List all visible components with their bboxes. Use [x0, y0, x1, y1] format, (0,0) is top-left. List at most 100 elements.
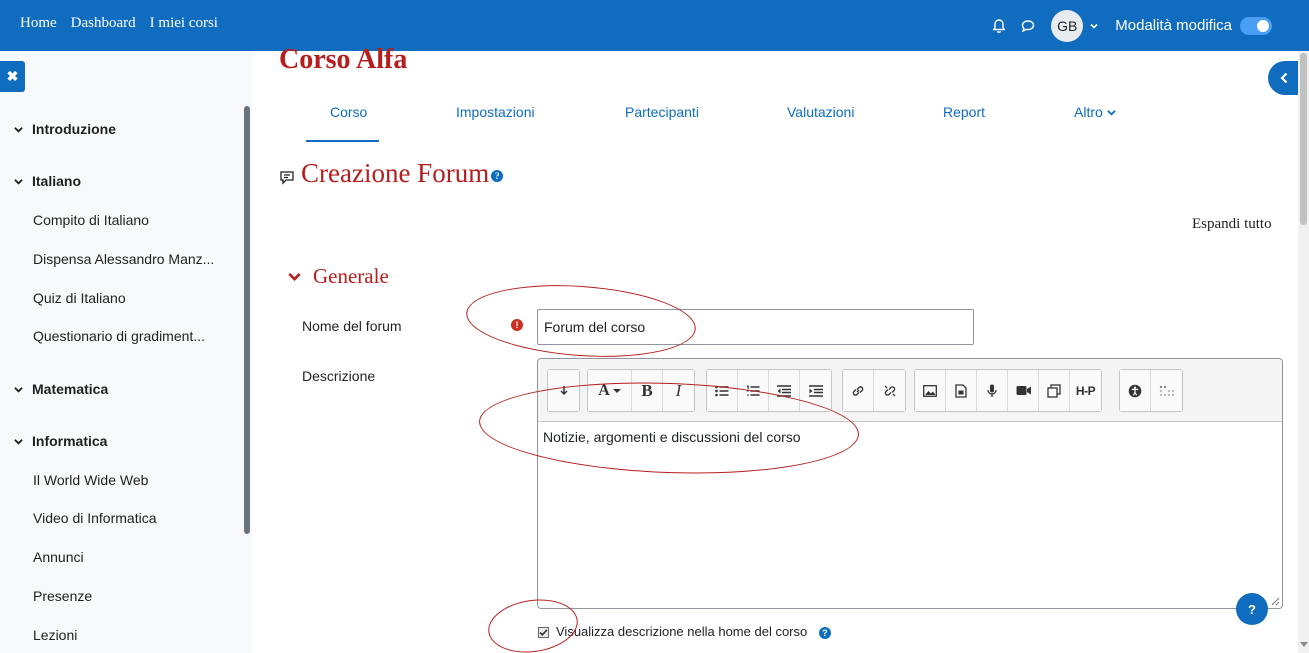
chevron-down-icon: [14, 126, 23, 133]
description-label: Descrizione: [302, 368, 376, 384]
file-media-icon: [955, 383, 967, 398]
chevron-down-icon: [288, 272, 301, 281]
help-icon[interactable]: ?: [491, 169, 504, 182]
toolbar-group-collapse: [547, 369, 580, 412]
numbered-list-icon: [746, 385, 760, 396]
course-item[interactable]: Questionario di gradiment...: [33, 328, 205, 344]
tab-valutazioni[interactable]: Valutazioni: [787, 104, 854, 120]
course-item[interactable]: Quiz di Italiano: [33, 290, 126, 306]
course-section-title: Introduzione: [32, 121, 116, 137]
record-audio-button[interactable]: [977, 370, 1008, 411]
editor-content[interactable]: Notizie, argomenti e discussioni del cor…: [543, 429, 801, 445]
nav-link-dashboard[interactable]: Dashboard: [71, 15, 136, 32]
unordered-list-button[interactable]: [707, 370, 738, 411]
course-section-informatica[interactable]: Informatica: [14, 433, 107, 449]
course-item[interactable]: Il World Wide Web: [33, 472, 148, 488]
section-title: Generale: [313, 264, 389, 288]
manage-files-button[interactable]: [1039, 370, 1070, 411]
braille-icon: [1159, 385, 1174, 396]
chevron-down-icon: [14, 178, 23, 185]
chevron-down-icon: [14, 386, 23, 393]
edit-mode-label: Modalità modifica: [1115, 17, 1232, 34]
nav-link-home[interactable]: Home: [20, 15, 57, 32]
caret-down-icon: [612, 388, 621, 393]
image-icon: [923, 384, 937, 397]
course-item[interactable]: Lezioni: [33, 627, 77, 643]
drawer-scrollbar[interactable]: [244, 106, 250, 534]
tab-corso[interactable]: Corso: [330, 104, 367, 120]
video-camera-icon: [1016, 386, 1031, 395]
page-scrollbar-thumb[interactable]: [1300, 53, 1307, 225]
section-header-generale[interactable]: Generale: [288, 264, 389, 289]
course-section-title: Italiano: [32, 173, 82, 189]
help-icon[interactable]: ?: [818, 627, 831, 639]
course-section-title: Matematica: [32, 381, 109, 397]
copy-files-icon: [1047, 383, 1061, 398]
bold-button[interactable]: B: [632, 370, 663, 411]
italic-button[interactable]: I: [663, 370, 694, 411]
outdent-icon: [777, 384, 791, 397]
course-section-title: Informatica: [32, 433, 108, 449]
chevron-down-icon[interactable]: [1089, 18, 1099, 34]
tab-partecipanti[interactable]: Partecipanti: [625, 104, 699, 120]
ordered-list-button[interactable]: [738, 370, 769, 411]
outdent-button[interactable]: [769, 370, 800, 411]
italic-icon: I: [675, 380, 682, 400]
paragraph-style-button[interactable]: A: [588, 370, 632, 411]
accessibility-checker-button[interactable]: [1120, 370, 1151, 411]
question-icon: ?: [1248, 601, 1256, 617]
resize-handle-icon[interactable]: [1271, 597, 1280, 606]
page-help-button[interactable]: ?: [1236, 593, 1268, 625]
course-section-italiano[interactable]: Italiano: [14, 173, 81, 189]
accessibility-icon: [1128, 384, 1142, 397]
insert-media-button[interactable]: [946, 370, 977, 411]
chat-bubble-icon[interactable]: [1020, 18, 1036, 34]
course-item[interactable]: Presenze: [33, 588, 92, 604]
toolbar-group-links: [842, 369, 906, 412]
toolbar-group-accessibility: [1119, 369, 1183, 412]
user-avatar[interactable]: GB: [1051, 9, 1084, 42]
expand-toolbar-icon: [559, 385, 568, 395]
record-video-button[interactable]: [1008, 370, 1039, 411]
show-description-text: Visualizza descrizione nella home del co…: [556, 624, 808, 639]
course-item[interactable]: Video di Informatica: [33, 510, 156, 526]
course-item[interactable]: Compito di Italiano: [33, 212, 149, 228]
tab-report[interactable]: Report: [943, 104, 985, 120]
h5p-icon: H-P: [1075, 383, 1096, 398]
course-item[interactable]: Dispensa Alessandro Manz...: [33, 251, 214, 267]
course-section-matematica[interactable]: Matematica: [14, 381, 108, 397]
bell-icon[interactable]: [991, 18, 1007, 34]
insert-image-button[interactable]: [915, 370, 946, 411]
show-description-checkbox[interactable]: [538, 627, 549, 638]
link-button[interactable]: [843, 370, 874, 411]
description-editor[interactable]: A B I H-P Notizie, argomenti e discussio…: [537, 358, 1283, 609]
indent-button[interactable]: [800, 370, 831, 411]
unlink-icon: [884, 385, 895, 396]
chevron-down-icon: [1106, 110, 1116, 116]
toolbar-toggle-button[interactable]: [548, 370, 579, 411]
toolbar-group-media: H-P: [914, 369, 1102, 412]
nav-link-my-courses[interactable]: I miei corsi: [150, 15, 218, 32]
expand-all-link[interactable]: Espandi tutto: [1192, 216, 1272, 233]
tab-altro[interactable]: Altro: [1074, 104, 1116, 120]
edit-mode-toggle[interactable]: [1240, 16, 1272, 35]
scroll-down-arrow[interactable]: [1300, 642, 1308, 647]
chevron-left-icon: [1280, 72, 1288, 84]
forum-name-label: Nome del forum: [302, 318, 402, 334]
required-icon: !: [511, 319, 523, 331]
unlink-button[interactable]: [874, 370, 905, 411]
forum-icon: [280, 170, 294, 185]
forum-name-input[interactable]: [537, 309, 974, 345]
course-secondary-navigation: Corso Impostazioni Partecipanti Valutazi…: [306, 104, 1296, 142]
primary-navigation: Home Dashboard I miei corsi: [20, 15, 218, 32]
close-drawer-button[interactable]: ✖: [0, 61, 25, 92]
microphone-icon: [987, 384, 997, 397]
font-style-icon: A: [598, 381, 610, 399]
screenreader-helper-button[interactable]: [1151, 370, 1182, 411]
insert-h5p-button[interactable]: H-P: [1070, 370, 1101, 411]
course-item[interactable]: Annunci: [33, 549, 84, 565]
tab-impostazioni[interactable]: Impostazioni: [456, 104, 535, 120]
bold-icon: B: [641, 380, 653, 400]
course-section-introduzione[interactable]: Introduzione: [14, 121, 116, 137]
active-tab-indicator: [306, 140, 379, 142]
